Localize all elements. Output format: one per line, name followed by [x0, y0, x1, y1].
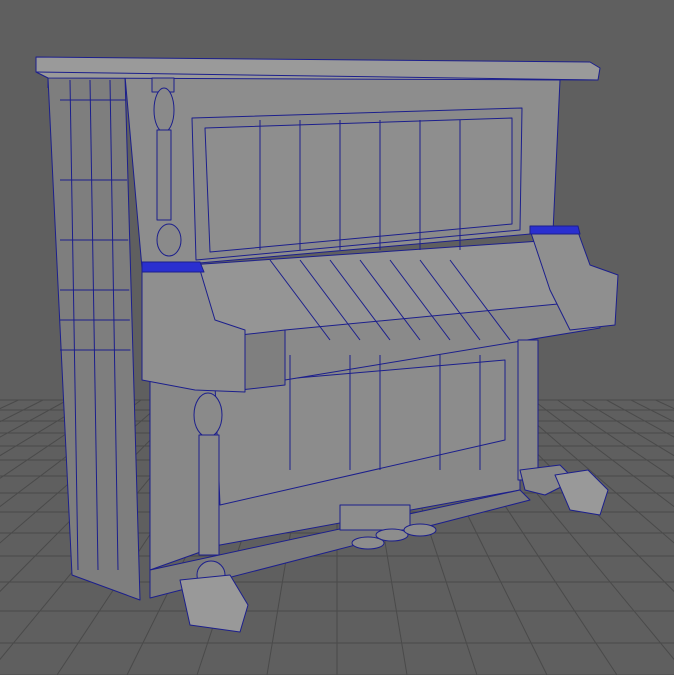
grid-line	[606, 399, 674, 438]
piano-lower-right-leg[interactable]	[517, 339, 576, 496]
viewport-canvas[interactable]	[0, 0, 674, 675]
grid-line	[0, 399, 19, 410]
piano-left-cheek-cap[interactable]	[141, 261, 205, 273]
piano-right-toe-block[interactable]	[554, 469, 609, 516]
piano-right-cheek-cap[interactable]	[529, 225, 581, 235]
grid-line	[581, 399, 674, 457]
grid-line	[0, 399, 68, 438]
grid-line	[655, 399, 674, 410]
piano-model[interactable]	[35, 56, 619, 633]
grid-line	[557, 399, 674, 479]
3d-viewport[interactable]	[0, 0, 674, 675]
piano-left-toe-block[interactable]	[179, 574, 249, 633]
piano-keyboard-front[interactable]	[239, 329, 286, 391]
piano-top-lid[interactable]	[35, 56, 601, 81]
